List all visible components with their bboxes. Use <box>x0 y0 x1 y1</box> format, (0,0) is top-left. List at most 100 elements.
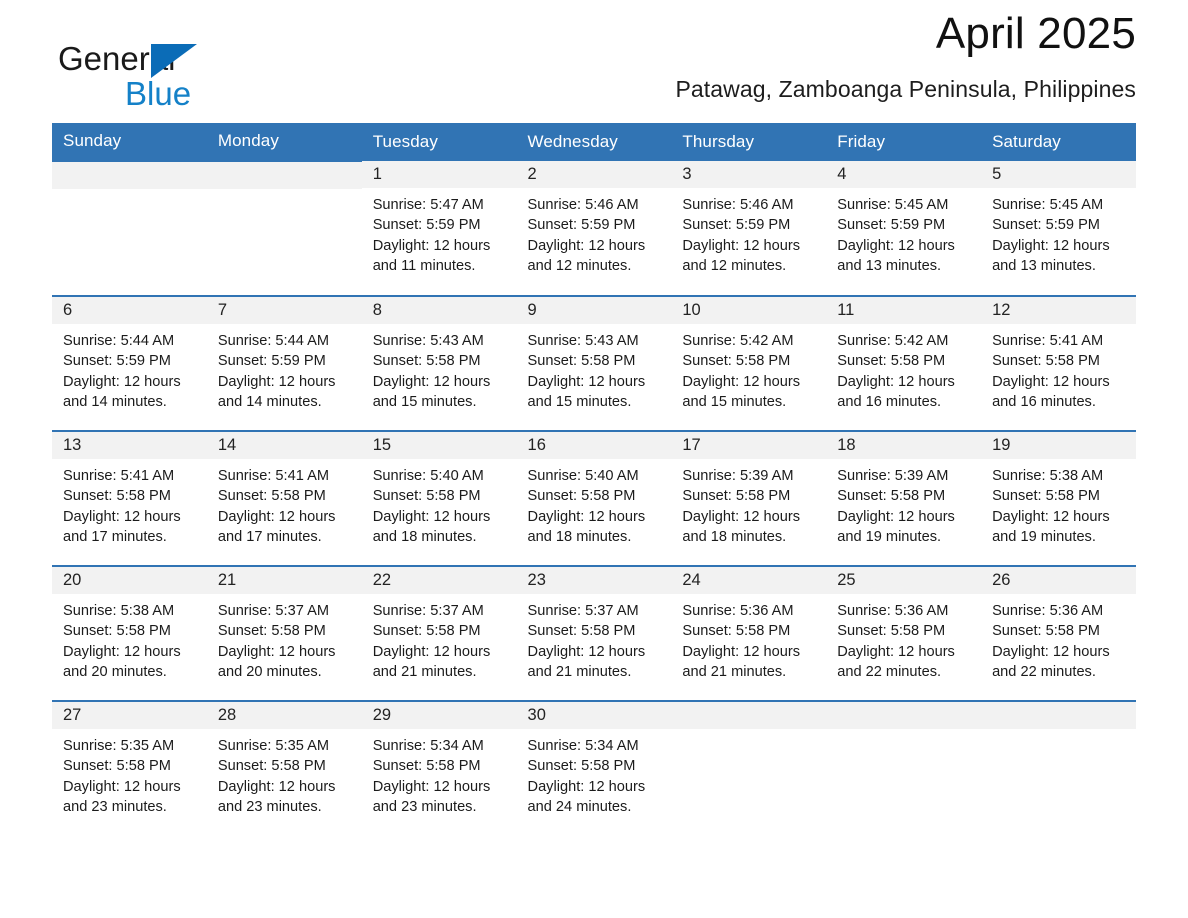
day-number: 29 <box>361 702 517 729</box>
day-number <box>671 702 827 729</box>
day-number <box>206 162 362 189</box>
day-sun-info: Sunrise: 5:37 AM Sunset: 5:58 PM Dayligh… <box>527 603 646 680</box>
calendar-empty-cell <box>671 700 827 836</box>
day-sun-info: Sunrise: 5:42 AM Sunset: 5:58 PM Dayligh… <box>682 333 801 410</box>
calendar-day-cell[interactable]: 6 Sunrise: 5:44 AM Sunset: 5:59 PM Daylig… <box>52 295 207 431</box>
logo-text-blue: Blue <box>125 75 192 112</box>
calendar-day-cell[interactable]: 30 Sunrise: 5:34 AM Sunset: 5:58 PM Dayli… <box>516 700 672 836</box>
day-number: 28 <box>206 702 362 729</box>
day-number: 22 <box>361 567 517 594</box>
calendar-day-cell[interactable]: 23 Sunrise: 5:37 AM Sunset: 5:58 PM Dayli… <box>516 565 672 701</box>
calendar-day-cell[interactable]: 25 Sunrise: 5:36 AM Sunset: 5:58 PM Dayli… <box>826 565 982 701</box>
day-sun-info: Sunrise: 5:41 AM Sunset: 5:58 PM Dayligh… <box>992 333 1110 410</box>
calendar-week-row: 13 Sunrise: 5:41 AM Sunset: 5:58 PM Dayli… <box>52 430 1136 566</box>
day-sun-info: Sunrise: 5:44 AM Sunset: 5:59 PM Dayligh… <box>63 333 181 410</box>
day-sun-info: Sunrise: 5:34 AM Sunset: 5:58 PM Dayligh… <box>527 738 646 815</box>
weekday-header-friday: Friday <box>826 123 982 161</box>
day-sun-info: Sunrise: 5:44 AM Sunset: 5:59 PM Dayligh… <box>217 333 336 410</box>
day-sun-info: Sunrise: 5:42 AM Sunset: 5:58 PM Dayligh… <box>837 333 955 410</box>
day-number: 24 <box>671 567 827 594</box>
calendar-day-cell[interactable]: 26 Sunrise: 5:36 AM Sunset: 5:58 PM Dayli… <box>981 565 1136 701</box>
calendar-day-cell[interactable]: 18 Sunrise: 5:39 AM Sunset: 5:58 PM Dayli… <box>826 430 982 566</box>
weekday-header-monday: Monday <box>206 123 362 161</box>
calendar-day-cell[interactable]: 19 Sunrise: 5:38 AM Sunset: 5:58 PM Dayli… <box>981 430 1136 566</box>
day-sun-info: Sunrise: 5:34 AM Sunset: 5:58 PM Dayligh… <box>372 738 491 815</box>
calendar-day-cell[interactable]: 13 Sunrise: 5:41 AM Sunset: 5:58 PM Dayli… <box>52 430 207 566</box>
weekday-header-thursday: Thursday <box>671 123 827 161</box>
calendar-day-cell[interactable]: 15 Sunrise: 5:40 AM Sunset: 5:58 PM Dayli… <box>361 430 517 566</box>
calendar-day-cell[interactable]: 24 Sunrise: 5:36 AM Sunset: 5:58 PM Dayli… <box>671 565 827 701</box>
day-number: 4 <box>826 161 982 188</box>
day-number: 19 <box>981 432 1136 459</box>
calendar-container: Sunday Monday Tuesday Wednesday Thursday Frid… <box>52 123 1136 836</box>
day-sun-info: Sunrise: 5:39 AM Sunset: 5:58 PM Dayligh… <box>837 468 955 545</box>
calendar-day-cell[interactable]: 9 Sunrise: 5:43 AM Sunset: 5:58 PM Daylig… <box>516 295 672 431</box>
day-number: 5 <box>981 161 1136 188</box>
day-number: 27 <box>52 702 207 729</box>
calendar-day-cell[interactable]: 28 Sunrise: 5:35 AM Sunset: 5:58 PM Dayli… <box>206 700 362 836</box>
day-sun-info: Sunrise: 5:38 AM Sunset: 5:58 PM Dayligh… <box>63 603 181 680</box>
day-number <box>52 162 207 189</box>
calendar-day-cell[interactable]: 29 Sunrise: 5:34 AM Sunset: 5:58 PM Dayli… <box>361 700 517 836</box>
calendar-page: General Blue April 2025 Patawag, Zamboan… <box>0 0 1188 918</box>
page-title: April 2025 <box>935 9 1136 58</box>
calendar-empty-cell <box>981 700 1136 836</box>
day-sun-info: Sunrise: 5:40 AM Sunset: 5:58 PM Dayligh… <box>527 468 646 545</box>
calendar-day-cell[interactable]: 17 Sunrise: 5:39 AM Sunset: 5:58 PM Dayli… <box>671 430 827 566</box>
calendar-header-row: Sunday Monday Tuesday Wednesday Thursday Frid… <box>52 123 1136 161</box>
day-number: 17 <box>671 432 827 459</box>
day-sun-info: Sunrise: 5:41 AM Sunset: 5:58 PM Dayligh… <box>63 468 181 545</box>
calendar-day-cell[interactable]: 10 Sunrise: 5:42 AM Sunset: 5:58 PM Dayli… <box>671 295 827 431</box>
calendar-day-cell[interactable]: 4 Sunrise: 5:45 AM Sunset: 5:59 PM Daylig… <box>826 161 982 296</box>
weekday-header-tuesday: Tuesday <box>361 123 517 161</box>
day-number: 7 <box>206 297 362 324</box>
day-number: 1 <box>361 161 517 188</box>
day-sun-info: Sunrise: 5:47 AM Sunset: 5:59 PM Dayligh… <box>372 197 491 274</box>
calendar-day-cell[interactable]: 8 Sunrise: 5:43 AM Sunset: 5:58 PM Daylig… <box>361 295 517 431</box>
calendar-day-cell[interactable]: 5 Sunrise: 5:45 AM Sunset: 5:59 PM Daylig… <box>981 161 1136 296</box>
day-sun-info: Sunrise: 5:41 AM Sunset: 5:58 PM Dayligh… <box>217 468 336 545</box>
calendar-week-row: 6 Sunrise: 5:44 AM Sunset: 5:59 PM Daylig… <box>52 295 1136 431</box>
weekday-header-saturday: Saturday <box>981 123 1136 161</box>
day-number: 10 <box>671 297 827 324</box>
page-header: General Blue April 2025 Patawag, Zamboan… <box>52 0 1136 110</box>
day-number: 9 <box>516 297 672 324</box>
day-number: 23 <box>516 567 672 594</box>
calendar-day-cell[interactable]: 3 Sunrise: 5:46 AM Sunset: 5:59 PM Daylig… <box>671 161 827 296</box>
day-number: 6 <box>52 297 207 324</box>
calendar-body: 1 Sunrise: 5:47 AM Sunset: 5:59 PM Daylig… <box>52 160 1136 836</box>
calendar-week-row: 20 Sunrise: 5:38 AM Sunset: 5:58 PM Dayli… <box>52 565 1136 701</box>
calendar-day-cell[interactable]: 27 Sunrise: 5:35 AM Sunset: 5:58 PM Dayli… <box>52 700 207 836</box>
day-sun-info: Sunrise: 5:43 AM Sunset: 5:58 PM Dayligh… <box>527 333 646 410</box>
day-number: 3 <box>671 161 827 188</box>
day-number: 2 <box>516 161 672 188</box>
calendar-day-cell[interactable]: 12 Sunrise: 5:41 AM Sunset: 5:58 PM Dayli… <box>981 295 1136 431</box>
weekday-header-sunday: Sunday <box>52 123 207 161</box>
calendar-day-cell[interactable]: 22 Sunrise: 5:37 AM Sunset: 5:58 PM Dayli… <box>361 565 517 701</box>
generalblue-logo[interactable]: General Blue <box>58 42 197 112</box>
calendar-day-cell[interactable]: 20 Sunrise: 5:38 AM Sunset: 5:58 PM Dayli… <box>52 565 207 701</box>
calendar-day-cell[interactable]: 14 Sunrise: 5:41 AM Sunset: 5:58 PM Dayli… <box>206 430 362 566</box>
calendar-day-cell[interactable]: 2 Sunrise: 5:46 AM Sunset: 5:59 PM Daylig… <box>516 161 672 296</box>
calendar-day-cell[interactable]: 16 Sunrise: 5:40 AM Sunset: 5:58 PM Dayli… <box>516 430 672 566</box>
day-sun-info: Sunrise: 5:46 AM Sunset: 5:59 PM Dayligh… <box>682 197 801 274</box>
day-number: 21 <box>206 567 362 594</box>
day-sun-info: Sunrise: 5:45 AM Sunset: 5:59 PM Dayligh… <box>837 197 955 274</box>
title-block: April 2025 Patawag, Zamboanga Peninsula,… <box>675 0 1136 103</box>
day-sun-info: Sunrise: 5:36 AM Sunset: 5:58 PM Dayligh… <box>682 603 801 680</box>
calendar-table: Sunday Monday Tuesday Wednesday Thursday Frid… <box>52 123 1136 836</box>
calendar-empty-cell <box>826 700 982 836</box>
calendar-empty-cell <box>206 160 362 296</box>
calendar-week-row: 1 Sunrise: 5:47 AM Sunset: 5:59 PM Daylig… <box>52 160 1136 296</box>
calendar-day-cell[interactable]: 11 Sunrise: 5:42 AM Sunset: 5:58 PM Dayli… <box>826 295 982 431</box>
location-subtitle: Patawag, Zamboanga Peninsula, Philippine… <box>675 76 1136 103</box>
day-sun-info: Sunrise: 5:38 AM Sunset: 5:58 PM Dayligh… <box>992 468 1110 545</box>
calendar-week-row: 27 Sunrise: 5:35 AM Sunset: 5:58 PM Dayli… <box>52 700 1136 836</box>
day-number: 26 <box>981 567 1136 594</box>
calendar-day-cell[interactable]: 7 Sunrise: 5:44 AM Sunset: 5:59 PM Daylig… <box>206 295 362 431</box>
day-number: 8 <box>361 297 517 324</box>
day-number: 18 <box>826 432 982 459</box>
calendar-day-cell[interactable]: 1 Sunrise: 5:47 AM Sunset: 5:59 PM Daylig… <box>361 161 517 296</box>
day-number <box>826 702 982 729</box>
calendar-day-cell[interactable]: 21 Sunrise: 5:37 AM Sunset: 5:58 PM Dayli… <box>206 565 362 701</box>
